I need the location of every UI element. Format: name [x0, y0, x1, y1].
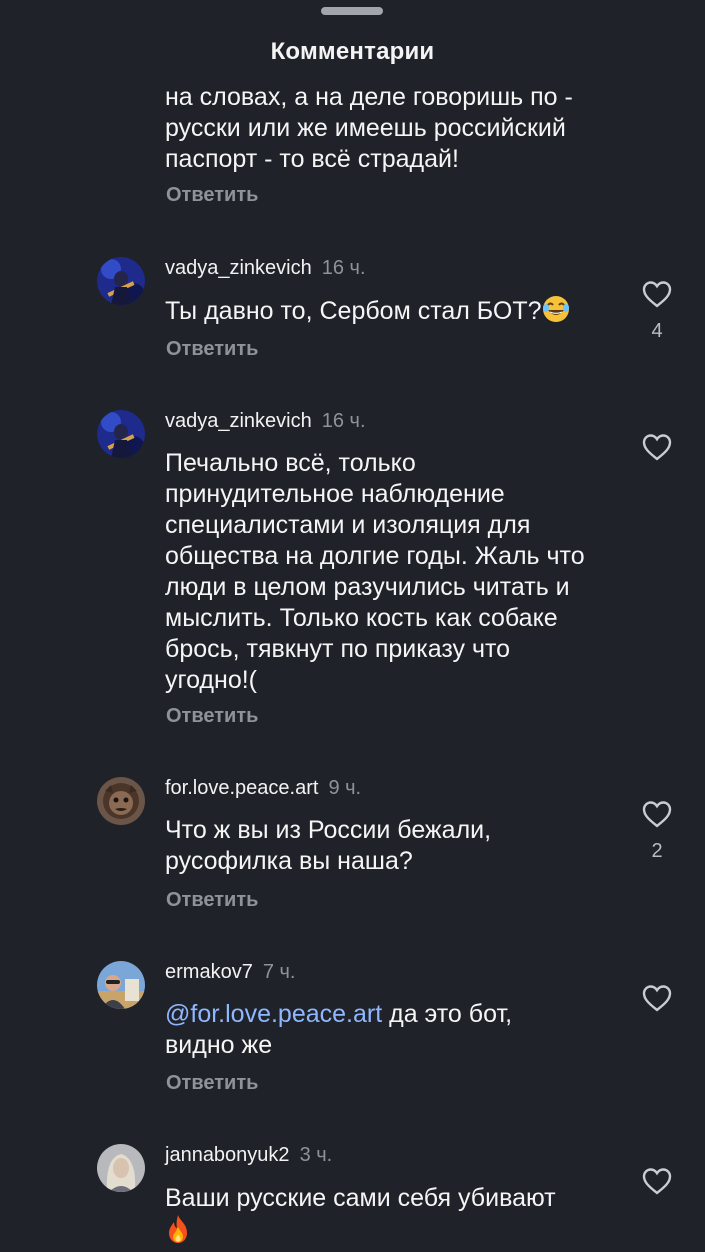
comment-line: паспорт - то всё страдай!: [165, 145, 459, 173]
timestamp: 7 ч.: [262, 961, 296, 983]
comment-line: Ты давно то, Сербом стал БОТ?: [165, 297, 542, 325]
comment-text: Печально всё, только принудительное набл…: [165, 448, 620, 696]
timestamp: 3 ч.: [299, 1144, 333, 1166]
comment-text: @for.love.peace.art да это бот, видно же: [165, 999, 620, 1061]
comment-text: Что ж вы из России бежали, русофилка вы …: [165, 815, 620, 877]
timestamp: 16 ч.: [321, 410, 366, 432]
comment-line: видно же: [165, 1031, 273, 1059]
sheet-title: Комментарии: [270, 38, 435, 65]
heart-icon[interactable]: [641, 1166, 673, 1196]
reply-button[interactable]: Ответить: [166, 338, 258, 361]
reply-button[interactable]: Ответить: [166, 184, 258, 207]
comment-line: брось, тявкнут по приказу что: [165, 635, 511, 663]
avatar[interactable]: [97, 410, 145, 458]
comment-line: угодно!(: [165, 666, 257, 694]
comment-line: Печально всё, только: [165, 449, 416, 477]
comment-text: Ты давно то, Сербом стал БОТ?: [165, 295, 620, 331]
username[interactable]: vadya_zinkevich: [165, 257, 312, 279]
comment-line: Что ж вы из России бежали,: [165, 816, 492, 844]
comment-line: Ваши русские сами себя убивают: [165, 1184, 556, 1212]
heart-icon[interactable]: [641, 799, 673, 829]
comment-line: [165, 1214, 620, 1252]
comment-line: русски или же имеешь российский: [165, 114, 566, 142]
laughing-tears-emoji-icon: [542, 295, 570, 331]
timestamp: 9 ч.: [328, 777, 362, 799]
heart-icon[interactable]: [641, 279, 673, 309]
mention-link[interactable]: @for.love.peace.art: [165, 1000, 382, 1028]
username[interactable]: for.love.peace.art: [165, 777, 318, 799]
like-count: 4: [651, 320, 663, 342]
partial-comment-text: на словах, а на деле говоришь по - русск…: [165, 82, 620, 175]
comment-header: vadya_zinkevich 16 ч.: [165, 257, 366, 280]
reply-button[interactable]: Ответить: [166, 1072, 258, 1095]
username[interactable]: vadya_zinkevich: [165, 410, 312, 432]
comment-line: принудительное наблюдение: [165, 480, 505, 508]
username[interactable]: ermakov7: [165, 961, 253, 983]
comment-line: @for.love.peace.art да это бот,: [165, 999, 620, 1030]
username[interactable]: jannabonyuk2: [165, 1144, 290, 1166]
comment-line: специалистами и изоляция для: [165, 511, 531, 539]
comment-line: русофилка вы наша?: [165, 847, 413, 875]
sheet-drag-handle[interactable]: [321, 7, 383, 15]
comment-text-part: да это бот,: [382, 1000, 513, 1028]
comment-header: for.love.peace.art 9 ч.: [165, 777, 361, 800]
avatar[interactable]: [97, 961, 145, 1009]
comment-line: мыслить. Только кость как собаке: [165, 604, 558, 632]
fire-emoji-icon: [165, 1214, 191, 1252]
comment-line: на словах, а на деле говоришь по -: [165, 83, 573, 111]
heart-icon[interactable]: [641, 432, 673, 462]
avatar[interactable]: [97, 777, 145, 825]
like-count: 2: [651, 840, 663, 862]
avatar[interactable]: [97, 1144, 145, 1192]
comment-header: jannabonyuk2 3 ч.: [165, 1144, 332, 1167]
reply-button[interactable]: Ответить: [166, 705, 258, 728]
reply-button[interactable]: Ответить: [166, 889, 258, 912]
comment-line: люди в целом разучились читать и: [165, 573, 570, 601]
avatar[interactable]: [97, 257, 145, 305]
comment-text: Ваши русские сами себя убивают: [165, 1183, 620, 1252]
heart-icon[interactable]: [641, 983, 673, 1013]
comment-header: ermakov7 7 ч.: [165, 961, 295, 984]
timestamp: 16 ч.: [321, 257, 366, 279]
comment-line: общества на долгие годы. Жаль что: [165, 542, 585, 570]
comment-header: vadya_zinkevich 16 ч.: [165, 410, 366, 433]
